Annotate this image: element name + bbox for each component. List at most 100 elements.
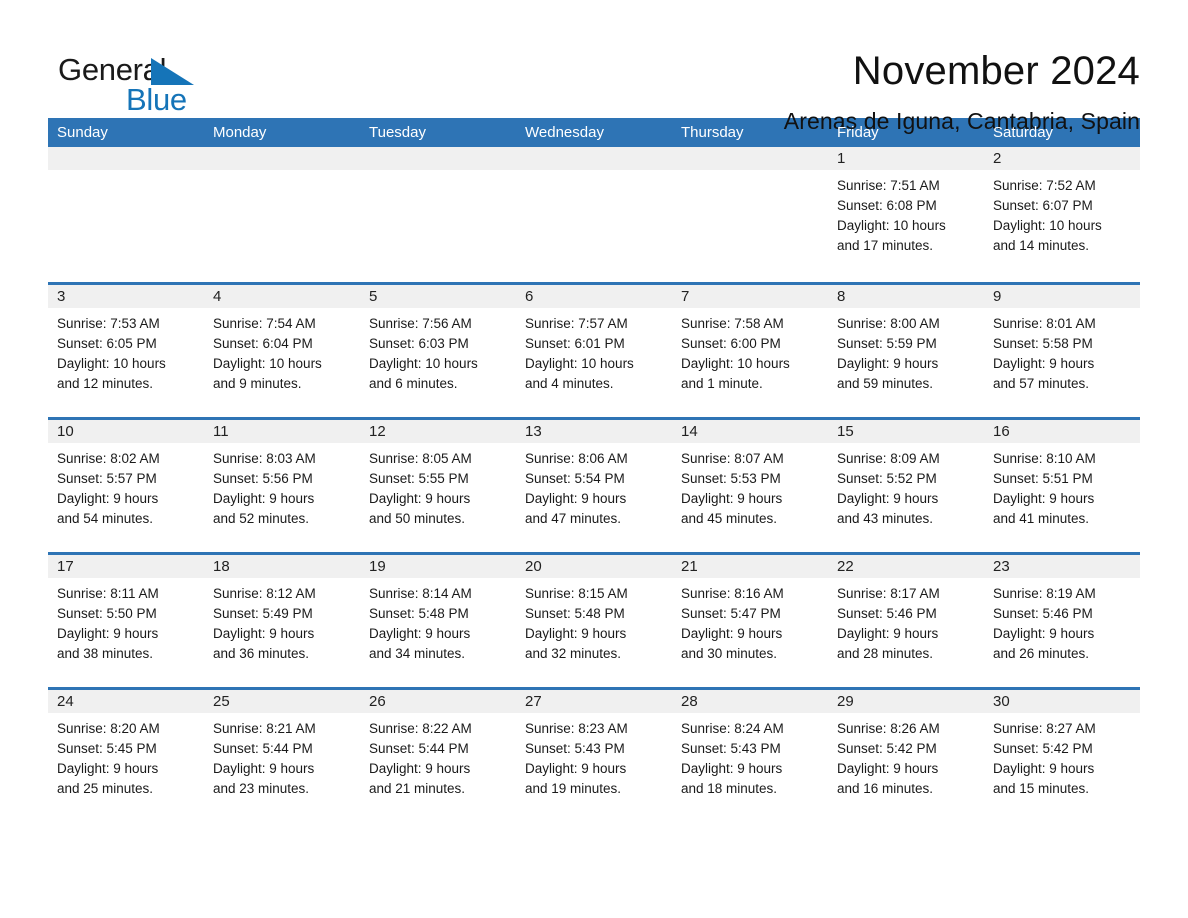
day-number: 15 [828, 420, 984, 443]
day-cell[interactable]: 23 Sunrise: 8:19 AM Sunset: 5:46 PM Dayl… [984, 555, 1140, 687]
day-cell[interactable]: 18 Sunrise: 8:12 AM Sunset: 5:49 PM Dayl… [204, 555, 360, 687]
day-details: Sunrise: 7:52 AM Sunset: 6:07 PM Dayligh… [984, 170, 1140, 256]
day-cell[interactable]: 15 Sunrise: 8:09 AM Sunset: 5:52 PM Dayl… [828, 420, 984, 552]
day-cell[interactable]: 27 Sunrise: 8:23 AM Sunset: 5:43 PM Dayl… [516, 690, 672, 822]
day-number: 27 [516, 690, 672, 713]
sunset-text: Sunset: 5:56 PM [213, 471, 313, 486]
day-cell[interactable]: 9 Sunrise: 8:01 AM Sunset: 5:58 PM Dayli… [984, 285, 1140, 417]
day-cell[interactable]: 25 Sunrise: 8:21 AM Sunset: 5:44 PM Dayl… [204, 690, 360, 822]
day-cell[interactable]: 21 Sunrise: 8:16 AM Sunset: 5:47 PM Dayl… [672, 555, 828, 687]
day-cell[interactable]: 10 Sunrise: 8:02 AM Sunset: 5:57 PM Dayl… [48, 420, 204, 552]
day-number [672, 147, 828, 170]
day-cell[interactable]: 5 Sunrise: 7:56 AM Sunset: 6:03 PM Dayli… [360, 285, 516, 417]
day-cell[interactable]: 24 Sunrise: 8:20 AM Sunset: 5:45 PM Dayl… [48, 690, 204, 822]
week-row: 24 Sunrise: 8:20 AM Sunset: 5:45 PM Dayl… [48, 687, 1140, 822]
daylight-text-line2: and 23 minutes. [213, 781, 310, 796]
calendar-page: General Blue November 2024 Arenas de Igu… [0, 0, 1188, 918]
day-cell[interactable] [204, 147, 360, 282]
sunset-text: Sunset: 5:42 PM [993, 741, 1093, 756]
day-cell[interactable]: 2 Sunrise: 7:52 AM Sunset: 6:07 PM Dayli… [984, 147, 1140, 282]
daylight-text-line1: Daylight: 9 hours [57, 626, 159, 641]
daylight-text-line1: Daylight: 9 hours [369, 761, 471, 776]
day-number: 1 [828, 147, 984, 170]
sunset-text: Sunset: 6:08 PM [837, 198, 937, 213]
day-number: 17 [48, 555, 204, 578]
day-cell[interactable]: 29 Sunrise: 8:26 AM Sunset: 5:42 PM Dayl… [828, 690, 984, 822]
daylight-text-line2: and 41 minutes. [993, 511, 1090, 526]
daylight-text-line2: and 54 minutes. [57, 511, 154, 526]
daylight-text-line2: and 4 minutes. [525, 376, 614, 391]
day-cell[interactable]: 8 Sunrise: 8:00 AM Sunset: 5:59 PM Dayli… [828, 285, 984, 417]
day-cell[interactable]: 6 Sunrise: 7:57 AM Sunset: 6:01 PM Dayli… [516, 285, 672, 417]
sunset-text: Sunset: 5:49 PM [213, 606, 313, 621]
daylight-text-line2: and 16 minutes. [837, 781, 934, 796]
sunrise-text: Sunrise: 8:12 AM [213, 586, 316, 601]
daylight-text-line2: and 6 minutes. [369, 376, 458, 391]
weekday-header-saturday: Saturday [993, 124, 1054, 141]
sunrise-text: Sunrise: 8:23 AM [525, 721, 628, 736]
sunset-text: Sunset: 6:05 PM [57, 336, 157, 351]
day-cell[interactable]: 7 Sunrise: 7:58 AM Sunset: 6:00 PM Dayli… [672, 285, 828, 417]
sunset-text: Sunset: 5:47 PM [681, 606, 781, 621]
day-number: 7 [672, 285, 828, 308]
day-number: 16 [984, 420, 1140, 443]
day-number: 5 [360, 285, 516, 308]
day-cell[interactable]: 14 Sunrise: 8:07 AM Sunset: 5:53 PM Dayl… [672, 420, 828, 552]
sunset-text: Sunset: 5:43 PM [681, 741, 781, 756]
day-details: Sunrise: 8:17 AM Sunset: 5:46 PM Dayligh… [828, 578, 984, 664]
generalblue-logo[interactable]: General Blue [48, 46, 248, 122]
day-cell[interactable]: 20 Sunrise: 8:15 AM Sunset: 5:48 PM Dayl… [516, 555, 672, 687]
day-details: Sunrise: 8:15 AM Sunset: 5:48 PM Dayligh… [516, 578, 672, 664]
sunset-text: Sunset: 5:48 PM [525, 606, 625, 621]
daylight-text-line2: and 17 minutes. [837, 238, 934, 253]
day-cell[interactable]: 22 Sunrise: 8:17 AM Sunset: 5:46 PM Dayl… [828, 555, 984, 687]
day-cell[interactable] [360, 147, 516, 282]
sunset-text: Sunset: 5:50 PM [57, 606, 157, 621]
sunrise-text: Sunrise: 8:00 AM [837, 316, 940, 331]
day-cell[interactable]: 11 Sunrise: 8:03 AM Sunset: 5:56 PM Dayl… [204, 420, 360, 552]
day-cell[interactable] [48, 147, 204, 282]
week-row: 1 Sunrise: 7:51 AM Sunset: 6:08 PM Dayli… [48, 147, 1140, 282]
day-cell[interactable]: 4 Sunrise: 7:54 AM Sunset: 6:04 PM Dayli… [204, 285, 360, 417]
daylight-text-line1: Daylight: 10 hours [213, 356, 322, 371]
day-details: Sunrise: 7:53 AM Sunset: 6:05 PM Dayligh… [48, 308, 204, 394]
day-cell[interactable]: 17 Sunrise: 8:11 AM Sunset: 5:50 PM Dayl… [48, 555, 204, 687]
day-number [204, 147, 360, 170]
daylight-text-line2: and 19 minutes. [525, 781, 622, 796]
day-cell[interactable] [516, 147, 672, 282]
day-cell[interactable]: 30 Sunrise: 8:27 AM Sunset: 5:42 PM Dayl… [984, 690, 1140, 822]
weekday-header-tuesday: Tuesday [369, 124, 426, 141]
day-cell[interactable]: 16 Sunrise: 8:10 AM Sunset: 5:51 PM Dayl… [984, 420, 1140, 552]
sunrise-text: Sunrise: 7:54 AM [213, 316, 316, 331]
sunrise-text: Sunrise: 8:15 AM [525, 586, 628, 601]
day-details: Sunrise: 8:02 AM Sunset: 5:57 PM Dayligh… [48, 443, 204, 529]
day-number: 9 [984, 285, 1140, 308]
sunrise-text: Sunrise: 8:19 AM [993, 586, 1096, 601]
sunrise-text: Sunrise: 8:06 AM [525, 451, 628, 466]
day-cell[interactable]: 12 Sunrise: 8:05 AM Sunset: 5:55 PM Dayl… [360, 420, 516, 552]
daylight-text-line1: Daylight: 9 hours [213, 626, 315, 641]
day-number [360, 147, 516, 170]
daylight-text-line2: and 15 minutes. [993, 781, 1090, 796]
day-cell[interactable]: 1 Sunrise: 7:51 AM Sunset: 6:08 PM Dayli… [828, 147, 984, 282]
day-cell[interactable]: 3 Sunrise: 7:53 AM Sunset: 6:05 PM Dayli… [48, 285, 204, 417]
daylight-text-line1: Daylight: 9 hours [369, 626, 471, 641]
sunrise-text: Sunrise: 8:01 AM [993, 316, 1096, 331]
sunrise-text: Sunrise: 8:24 AM [681, 721, 784, 736]
sunrise-text: Sunrise: 8:26 AM [837, 721, 940, 736]
day-cell[interactable]: 19 Sunrise: 8:14 AM Sunset: 5:48 PM Dayl… [360, 555, 516, 687]
daylight-text-line2: and 21 minutes. [369, 781, 466, 796]
week-row: 17 Sunrise: 8:11 AM Sunset: 5:50 PM Dayl… [48, 552, 1140, 687]
sunset-text: Sunset: 5:46 PM [993, 606, 1093, 621]
sunrise-text: Sunrise: 7:51 AM [837, 178, 940, 193]
page-header: General Blue November 2024 Arenas de Igu… [48, 0, 1140, 134]
weekday-header-friday: Friday [837, 124, 879, 141]
day-cell[interactable] [672, 147, 828, 282]
day-cell[interactable]: 13 Sunrise: 8:06 AM Sunset: 5:54 PM Dayl… [516, 420, 672, 552]
day-cell[interactable]: 28 Sunrise: 8:24 AM Sunset: 5:43 PM Dayl… [672, 690, 828, 822]
daylight-text-line1: Daylight: 9 hours [837, 761, 939, 776]
day-details: Sunrise: 8:10 AM Sunset: 5:51 PM Dayligh… [984, 443, 1140, 529]
daylight-text-line2: and 30 minutes. [681, 646, 778, 661]
triangle-icon [151, 58, 194, 85]
day-cell[interactable]: 26 Sunrise: 8:22 AM Sunset: 5:44 PM Dayl… [360, 690, 516, 822]
